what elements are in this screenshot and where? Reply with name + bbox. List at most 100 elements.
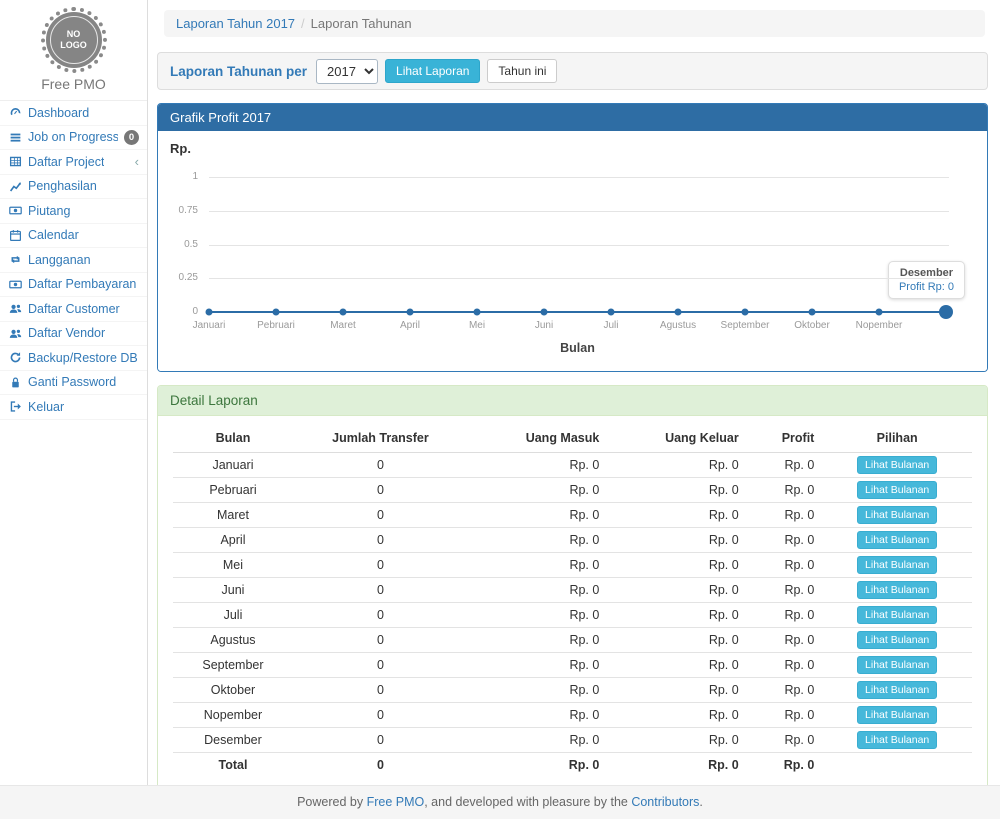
x-tick-label: Januari [193,320,226,331]
cell-profit: Rp. 0 [747,678,823,703]
cell-jumlah-transfer: 0 [293,453,468,478]
cell-jumlah-transfer: 0 [293,603,468,628]
lihat-bulanan-button[interactable]: Lihat Bulanan [857,656,937,674]
sidebar-item-piutang[interactable]: Piutang [0,199,147,224]
table-row: September0Rp. 0Rp. 0Rp. 0Lihat Bulanan [173,653,972,678]
cell-uang-keluar: Rp. 0 [607,703,746,728]
cell-uang-masuk: Rp. 0 [468,678,607,703]
cell-jumlah-transfer: 0 [293,478,468,503]
data-point-desember[interactable] [939,305,953,319]
column-header-pilihan: Pilihan [822,424,972,453]
data-point-april[interactable] [407,309,414,316]
sidebar-item-label: Daftar Vendor [28,326,105,340]
table-row: Juli0Rp. 0Rp. 0Rp. 0Lihat Bulanan [173,603,972,628]
data-point-januari[interactable] [206,309,213,316]
y-tick-label: 0.75 [158,205,198,216]
tooltip-title: Desember [899,267,954,279]
sidebar-item-daftar-project[interactable]: Daftar Project‹ [0,150,147,175]
lihat-bulanan-button[interactable]: Lihat Bulanan [857,731,937,749]
logo-text: NO LOGO [60,29,87,52]
x-tick-label: Pebruari [257,320,295,331]
breadcrumb: Laporan Tahun 2017/Laporan Tahunan [164,10,985,37]
total-row: Total0Rp. 0Rp. 0Rp. 0 [173,753,972,777]
footer-app-link[interactable]: Free PMO [367,795,425,809]
sidebar-item-backup-restore-db[interactable]: Backup/Restore DB [0,346,147,371]
cell-bulan: Agustus [173,628,293,653]
table-row: Pebruari0Rp. 0Rp. 0Rp. 0Lihat Bulanan [173,478,972,503]
cell-pilihan: Lihat Bulanan [822,678,972,703]
sidebar-item-label: Job on Progress [28,130,118,144]
y-tick-label: 0.25 [158,272,198,283]
cell-uang-masuk: Rp. 0 [468,603,607,628]
chart-canvas: Rp. Desember Profit Rp: 0 10.750.50.250J… [158,131,987,371]
cell-profit: Rp. 0 [747,528,823,553]
sidebar-item-penghasilan[interactable]: Penghasilan [0,175,147,200]
sidebar-item-daftar-vendor[interactable]: Daftar Vendor [0,322,147,347]
sidebar-item-label: Piutang [28,204,70,218]
sidebar-item-daftar-customer[interactable]: Daftar Customer [0,297,147,322]
sidebar-item-ganti-password[interactable]: Ganti Password [0,371,147,396]
cell-pilihan: Lihat Bulanan [822,528,972,553]
data-point-oktober[interactable] [809,309,816,316]
gridline [209,278,949,279]
sidebar-item-daftar-pembayaran[interactable]: Daftar Pembayaran [0,273,147,298]
data-point-september[interactable] [742,309,749,316]
data-point-pebruari[interactable] [273,309,280,316]
chart-tooltip: Desember Profit Rp: 0 [888,261,965,299]
profit-chart-panel: Grafik Profit 2017 Rp. Desember Profit R… [157,103,988,372]
lihat-bulanan-button[interactable]: Lihat Bulanan [857,581,937,599]
main-content: Laporan Tahun 2017/Laporan Tahunan Lapor… [149,0,1000,785]
cell-jumlah-transfer: 0 [293,553,468,578]
sidebar-item-langganan[interactable]: Langganan [0,248,147,273]
cell-uang-keluar: Rp. 0 [607,603,746,628]
lihat-bulanan-button[interactable]: Lihat Bulanan [857,681,937,699]
x-tick-label: Juni [535,320,553,331]
y-tick-label: 0.5 [158,239,198,250]
lihat-bulanan-button[interactable]: Lihat Bulanan [857,556,937,574]
lihat-bulanan-button[interactable]: Lihat Bulanan [857,606,937,624]
breadcrumb-link[interactable]: Laporan Tahun 2017 [176,16,295,31]
cell-pilihan: Lihat Bulanan [822,603,972,628]
sidebar-item-keluar[interactable]: Keluar [0,395,147,420]
sign-out-icon [8,400,22,414]
lihat-bulanan-button[interactable]: Lihat Bulanan [857,631,937,649]
cell-jumlah-transfer: 0 [293,728,468,753]
detail-report-panel: Detail Laporan BulanJumlah TransferUang … [157,385,988,794]
lihat-bulanan-button[interactable]: Lihat Bulanan [857,706,937,724]
lihat-bulanan-button[interactable]: Lihat Bulanan [857,481,937,499]
data-point-agustus[interactable] [675,309,682,316]
sidebar-item-calendar[interactable]: Calendar [0,224,147,249]
data-point-nopember[interactable] [876,309,883,316]
cell-uang-masuk: Rp. 0 [468,453,607,478]
cell-uang-keluar: Rp. 0 [607,753,746,777]
this-year-button[interactable]: Tahun ini [487,59,557,83]
sidebar-item-job-on-progress[interactable]: Job on Progress0 [0,126,147,151]
x-tick-label: Agustus [660,320,696,331]
sidebar-item-label: Penghasilan [28,179,97,193]
lihat-bulanan-button[interactable]: Lihat Bulanan [857,506,937,524]
cell-uang-masuk: Rp. 0 [468,553,607,578]
x-tick-label: April [400,320,420,331]
data-point-juli[interactable] [608,309,615,316]
data-point-maret[interactable] [340,309,347,316]
footer-middle: , and developed with pleasure by the [424,795,631,809]
x-axis-title: Bulan [560,341,595,355]
lihat-bulanan-button[interactable]: Lihat Bulanan [857,531,937,549]
cell-uang-keluar: Rp. 0 [607,503,746,528]
year-select[interactable]: 2017 [316,59,378,84]
view-report-button[interactable]: Lihat Laporan [385,59,480,83]
cell-uang-masuk: Rp. 0 [468,653,607,678]
chart-panel-title: Grafik Profit 2017 [158,104,987,131]
no-logo-seal: NO LOGO [46,12,102,68]
sidebar-item-dashboard[interactable]: Dashboard [0,101,147,126]
footer-contributors-link[interactable]: Contributors [631,795,699,809]
lihat-bulanan-button[interactable]: Lihat Bulanan [857,456,937,474]
header-row: BulanJumlah TransferUang MasukUang Kelua… [173,424,972,453]
cell-pilihan: Lihat Bulanan [822,628,972,653]
cell-bulan: September [173,653,293,678]
column-header-bulan: Bulan [173,424,293,453]
x-tick-label: Mei [469,320,485,331]
gridline [209,177,949,178]
data-point-juni[interactable] [541,309,548,316]
data-point-mei[interactable] [474,309,481,316]
